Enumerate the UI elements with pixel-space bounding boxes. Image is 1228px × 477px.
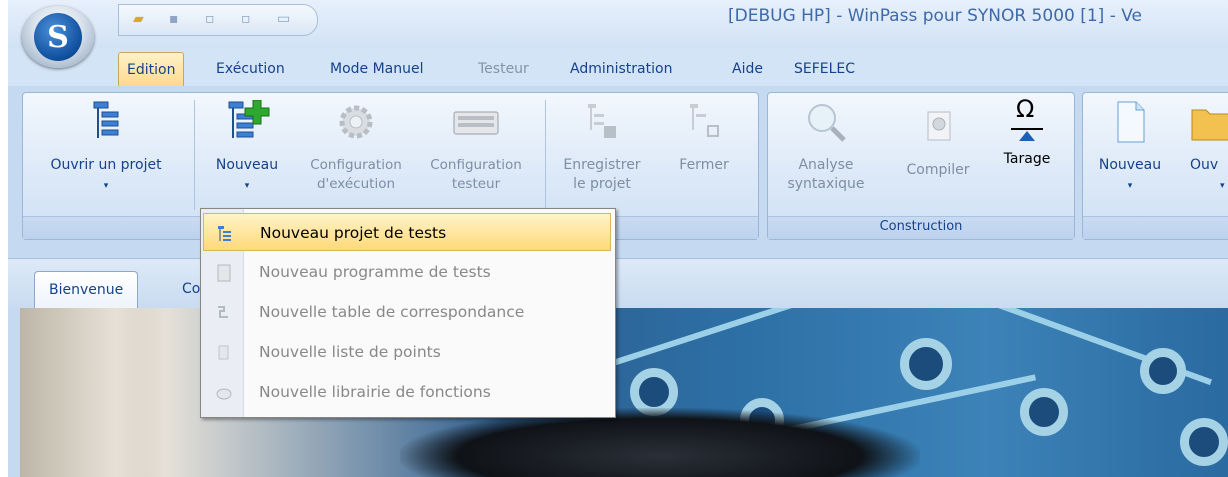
open-project-label: Ouvrir un projet [50, 157, 162, 173]
keyboard-icon [453, 111, 499, 135]
save-project-label-1: Enregistrer [563, 157, 641, 173]
new-project-icon [228, 99, 270, 138]
menu-item-new-test-program[interactable]: Nouveau programme de tests [203, 253, 611, 291]
menu-mode-manuel[interactable]: Mode Manuel [330, 61, 424, 77]
menu-item-new-test-project[interactable]: Nouveau projet de tests [203, 213, 611, 251]
tester-config-button[interactable]: Configuration testeur [418, 100, 534, 194]
syntax-analysis-button[interactable]: Analyse syntaxique [774, 100, 878, 194]
menu-sefelec[interactable]: SEFELEC [794, 61, 855, 77]
menu-item-label: Nouvelle liste de points [259, 343, 441, 361]
exec-config-label-2: d'exécution [316, 176, 396, 192]
tarage-button[interactable]: Ω Tarage [992, 97, 1062, 169]
app-logo-icon: S [34, 13, 82, 61]
menu-item-label: Nouvelle librairie de fonctions [259, 383, 491, 401]
project-tree-icon [218, 226, 231, 241]
ribbon-separator [194, 100, 195, 210]
new-button[interactable]: Nouveau ▾ [206, 99, 288, 196]
menu-testeur[interactable]: Testeur [478, 61, 529, 77]
project-tree-icon [93, 101, 119, 138]
close-project-button[interactable]: Fermer [664, 100, 744, 175]
list-icon [218, 345, 229, 360]
new-document-icon [1117, 101, 1145, 143]
menu-aide[interactable]: Aide [732, 61, 763, 77]
menu-administration[interactable]: Administration [570, 61, 672, 77]
new-label: Nouveau [215, 157, 279, 173]
exec-config-button[interactable]: Configuration d'exécution [298, 100, 414, 194]
ribbon-group-files-label [1083, 216, 1228, 239]
tarage-icon: Ω [1003, 97, 1051, 144]
open-folder-icon[interactable]: ▰ [133, 11, 149, 27]
open-file-label: Ouv [1190, 157, 1219, 173]
new-file-label: Nouveau [1098, 157, 1162, 173]
new-drop-arrow: ▾ [244, 181, 250, 191]
circuit-pad [900, 338, 952, 390]
ribbon-group-construction-label: Construction [768, 216, 1074, 239]
save-project-label-2: le projet [573, 176, 631, 192]
circuit-pad [1140, 348, 1186, 394]
menu-item-label: Nouvelle table de correspondance [259, 303, 525, 321]
airplane-silhouette [400, 408, 920, 477]
syntax-analysis-label-2: syntaxique [787, 176, 865, 192]
menu-edition[interactable]: Edition [118, 52, 185, 88]
close-project-icon [690, 104, 719, 137]
exec-config-label-1: Configuration [310, 157, 402, 173]
application-menu-button[interactable]: S [22, 6, 94, 68]
menu-item-label: Nouveau programme de tests [259, 263, 491, 281]
magnifier-icon [808, 104, 846, 142]
menu-item-new-correspondence-table[interactable]: Nouvelle table de correspondance [203, 293, 611, 331]
program-icon [217, 264, 231, 282]
tab-bienvenue[interactable]: Bienvenue [34, 271, 139, 308]
menu-item-new-points-list[interactable]: Nouvelle liste de points [203, 333, 611, 371]
tab-second[interactable]: Co [182, 271, 200, 307]
compile-icon [927, 111, 951, 141]
close-project-label: Fermer [679, 157, 729, 173]
circuit-pad [1020, 388, 1068, 436]
tester-config-label-1: Configuration [430, 157, 522, 173]
window-title: [DEBUG HP] - WinPass pour SYNOR 5000 [1]… [728, 6, 1143, 26]
new-file-drop-arrow: ▾ [1127, 181, 1133, 191]
compile-button[interactable]: Compiler [896, 100, 980, 180]
table-icon [218, 306, 228, 318]
menu-item-new-function-library[interactable]: Nouvelle librairie de fonctions [203, 373, 611, 411]
tester-config-label-2: testeur [451, 176, 501, 192]
library-icon [216, 388, 232, 400]
save-icon[interactable]: ▪ [169, 11, 185, 27]
open-project-drop-arrow: ▾ [103, 181, 109, 191]
close-icon[interactable]: ▫ [241, 11, 257, 27]
print-icon[interactable]: ▭ [277, 11, 293, 27]
open-folder-icon [1191, 109, 1228, 141]
syntax-analysis-label-1: Analyse [798, 157, 854, 173]
new-dropdown-menu: Nouveau projet de tests Nouveau programm… [200, 208, 616, 418]
hangar-background [20, 308, 180, 477]
menu-execution[interactable]: Exécution [216, 61, 285, 77]
open-file-button[interactable]: Ouv ▾ [1182, 100, 1228, 196]
new-file-button[interactable]: Nouveau ▾ [1090, 100, 1170, 196]
menu-item-label: Nouveau projet de tests [260, 224, 447, 242]
open-file-drop-arrow: ▾ [1220, 181, 1225, 191]
save-project-button[interactable]: Enregistrer le projet [550, 100, 654, 194]
compile-label: Compiler [906, 162, 970, 178]
quick-access-toolbar: ▰ ▪ ▫ ▫ ▭ [118, 4, 318, 36]
circuit-pad [1180, 418, 1228, 466]
gear-icon [339, 105, 373, 139]
save-all-icon[interactable]: ▫ [205, 11, 221, 27]
ribbon-separator [545, 100, 546, 210]
tarage-label: Tarage [1003, 151, 1051, 167]
save-project-icon [588, 104, 616, 138]
open-project-button[interactable]: Ouvrir un projet ▾ [34, 100, 178, 196]
